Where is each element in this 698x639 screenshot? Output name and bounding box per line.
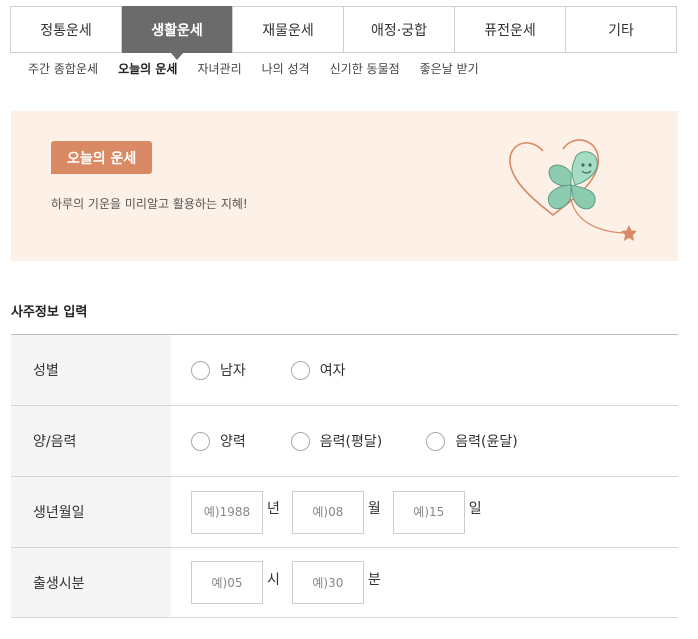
month-unit: 월 <box>367 501 381 517</box>
subnav-animal-fortune[interactable]: 신기한 동물점 <box>330 60 400 77</box>
radio-label-female: 여자 <box>319 363 346 379</box>
birth-year-input[interactable] <box>191 490 263 534</box>
category-tabs: 정통운세 생활운세 재물운세 애정·궁합 퓨전운세 기타 <box>10 6 677 53</box>
birth-month-input[interactable] <box>291 490 364 534</box>
radio-female[interactable]: 여자 <box>290 360 346 380</box>
tab-wealth[interactable]: 재물운세 <box>233 7 344 52</box>
tab-etc[interactable]: 기타 <box>566 7 676 52</box>
field-label-birthdate: 생년월일 <box>11 477 171 547</box>
sub-navigation: 주간 종합운세 오늘의 운세 자녀관리 나의 성격 신기한 동물점 좋은날 받기 <box>28 60 499 77</box>
radio-label-lunar-leap: 음력(윤달) <box>455 434 518 450</box>
field-label-birthtime: 출생시분 <box>11 548 171 617</box>
radio-circle-icon[interactable] <box>426 431 446 451</box>
birthtime-inputs: 시 분 <box>171 548 678 617</box>
form-row-birthtime: 출생시분 시 분 <box>11 548 678 618</box>
field-label-calendar: 양/음력 <box>11 406 171 476</box>
year-unit: 년 <box>267 501 280 517</box>
birth-day-input[interactable] <box>392 490 465 534</box>
radio-label-lunar-normal: 음력(평달) <box>319 434 383 450</box>
minute-unit: 분 <box>367 571 381 588</box>
subnav-child-care[interactable]: 자녀관리 <box>197 60 241 77</box>
banner-description: 하루의 기운을 미리알고 활용하는 지혜! <box>51 197 248 211</box>
radio-label-solar: 양력 <box>220 434 246 450</box>
banner-badge: 오늘의 운세 <box>51 141 153 174</box>
radio-lunar-normal[interactable]: 음력(평달) <box>290 431 383 451</box>
saju-input-form: 성별 남자 여자 양/음력 양력 음력(평달) 음력(윤달) 생년월일 예)19… <box>11 334 678 618</box>
day-unit: 일 <box>468 501 482 517</box>
subnav-weekly-fortune[interactable]: 주간 종합운세 <box>28 60 98 77</box>
subnav-lucky-day[interactable]: 좋은날 받기 <box>420 60 479 77</box>
subnav-my-personality[interactable]: 나의 성격 <box>262 60 310 77</box>
form-row-gender: 성별 남자 여자 <box>11 335 678 406</box>
clover-heart-illustration <box>509 139 637 241</box>
form-row-birthdate: 생년월일 년 월 일 <box>11 477 678 548</box>
radio-label-male: 남자 <box>220 363 246 379</box>
radio-lunar-leap[interactable]: 음력(윤달) <box>426 431 518 451</box>
tab-fusion[interactable]: 퓨전운세 <box>455 7 566 52</box>
radio-circle-icon[interactable] <box>191 431 210 451</box>
tab-lifestyle[interactable]: 생활운세 <box>122 6 233 53</box>
tab-love-compatibility[interactable]: 애정·궁합 <box>344 7 455 52</box>
birth-minute-input[interactable] <box>291 561 364 604</box>
radio-circle-icon[interactable] <box>290 360 310 380</box>
subnav-today-fortune[interactable]: 오늘의 운세 <box>118 60 177 77</box>
tab-traditional[interactable]: 정통운세 <box>11 7 122 52</box>
birth-hour-input[interactable] <box>191 561 263 604</box>
form-row-calendar: 양/음력 양력 음력(평달) 음력(윤달) <box>11 406 678 477</box>
star-icon <box>621 225 637 241</box>
radio-circle-icon[interactable] <box>290 431 310 451</box>
fortune-banner: 오늘의 운세 하루의 기운을 미리알고 활용하는 지혜! <box>11 111 678 261</box>
clover-eye-right <box>588 163 592 167</box>
hour-unit: 시 <box>267 571 280 588</box>
radio-male[interactable]: 남자 <box>191 360 246 380</box>
radio-circle-icon[interactable] <box>191 360 210 380</box>
radio-solar[interactable]: 양력 <box>191 431 246 451</box>
gender-options: 남자 여자 <box>171 335 678 405</box>
field-label-gender: 성별 <box>11 335 171 405</box>
section-title: 사주정보 입력 <box>11 305 88 320</box>
birthdate-inputs: 년 월 일 <box>171 477 678 547</box>
clover-eye-left <box>581 163 585 167</box>
calendar-options: 양력 음력(평달) 음력(윤달) <box>171 406 678 476</box>
